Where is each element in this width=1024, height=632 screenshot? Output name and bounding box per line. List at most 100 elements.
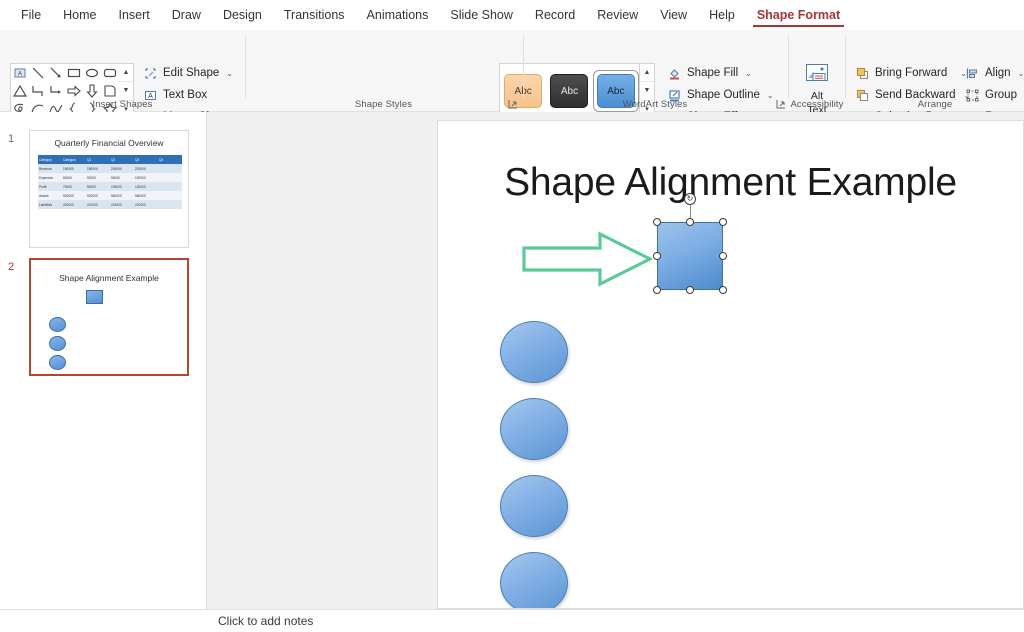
- gallery-scroll-up-icon[interactable]: ▲: [119, 64, 133, 83]
- circle-shape-2[interactable]: [500, 398, 568, 460]
- circle-shape-1[interactable]: [500, 321, 568, 383]
- slide-title-text[interactable]: Shape Alignment Example: [438, 161, 1023, 205]
- ribbon-tab-transitions[interactable]: Transitions: [273, 4, 356, 26]
- elbow-arrow-icon[interactable]: [47, 82, 65, 100]
- bring-forward-icon: [855, 66, 870, 81]
- thumb-table-cell: 550000: [110, 191, 134, 200]
- slide-number-2: 2: [8, 261, 15, 273]
- chevron-down-icon[interactable]: ⌄: [1018, 69, 1024, 78]
- ribbon-group-shape-styles: AbcAbcAbc ▲ ▼ ▾ Shape Fill ⌄: [246, 30, 774, 123]
- thumb-table-cell: Expenses: [38, 173, 62, 182]
- thumb-table-cell: 200000: [62, 200, 86, 209]
- ribbon-tab-help[interactable]: Help: [698, 4, 746, 26]
- thumb-circle-shape-3: [49, 355, 66, 370]
- down-arrow-icon[interactable]: [83, 82, 101, 100]
- thumb-table-cell: Profit: [38, 182, 62, 191]
- oval-icon[interactable]: [83, 64, 101, 82]
- pentagon-icon[interactable]: [101, 82, 119, 100]
- thumb-table-cell: Revenue: [38, 164, 62, 173]
- resize-handle-top-center[interactable]: [686, 218, 694, 226]
- rotation-handle[interactable]: ↻: [684, 193, 696, 205]
- resize-handle-top-right[interactable]: [719, 218, 727, 226]
- right-arrow-shape[interactable]: [522, 231, 654, 292]
- notes-corner: [0, 609, 207, 632]
- slide-canvas[interactable]: Shape Alignment Example ↻: [437, 120, 1024, 609]
- thumb-table-cell: 70000: [62, 182, 86, 191]
- edit-shape-button[interactable]: Edit Shape ⌄: [140, 63, 236, 83]
- bring-forward-label: Bring Forward: [875, 67, 948, 79]
- thumb-table-cell: 215000: [110, 200, 134, 209]
- ribbon-tab-review[interactable]: Review: [586, 4, 649, 26]
- thumb-table-header-cell: Q1: [86, 155, 110, 164]
- ribbon-tab-animations[interactable]: Animations: [356, 4, 440, 26]
- elbow-connector-icon[interactable]: [29, 82, 47, 100]
- thumb-table-header-cell: Category: [62, 155, 86, 164]
- align-button[interactable]: Align ⌄: [962, 63, 1024, 83]
- rounded-rectangle-icon[interactable]: [101, 64, 119, 82]
- textbox-icon[interactable]: A: [11, 64, 29, 82]
- slide-thumbnail-2[interactable]: 2 Shape Alignment Example: [0, 258, 207, 378]
- wordart-dialog-launcher[interactable]: [776, 99, 787, 110]
- align-label: Align: [985, 67, 1011, 79]
- thumb-table-1: Category Category Q1 Q2 Q3 Q4 Revenue 150000 180…: [38, 155, 182, 209]
- thumb-table-cell: [158, 164, 182, 173]
- ribbon-tab-view[interactable]: View: [649, 4, 698, 26]
- slide-thumbnail-panel[interactable]: 1 Quarterly Financial Overview Category C…: [0, 112, 207, 632]
- ribbon-tab-draw[interactable]: Draw: [161, 4, 212, 26]
- resize-handle-bottom-left[interactable]: [653, 286, 661, 294]
- thumb-table-cell: 580000: [134, 191, 158, 200]
- group-label-wordart-styles: WordArt Styles: [622, 99, 688, 110]
- ribbon-tab-bar: File Home Insert Draw Design Transitions Anima…: [0, 0, 1024, 30]
- resize-handle-middle-right[interactable]: [719, 252, 727, 260]
- thumb-table-header-cell: Category: [38, 155, 62, 164]
- group-label-insert-shapes: Insert Shapes: [92, 99, 153, 110]
- ribbon-tab-home[interactable]: Home: [52, 4, 107, 26]
- thumb-table-cell: [158, 200, 182, 209]
- square-shape[interactable]: [657, 222, 723, 290]
- ribbon-tab-slide-show[interactable]: Slide Show: [439, 4, 524, 26]
- ribbon-tab-file[interactable]: File: [10, 4, 52, 26]
- ribbon-tab-insert[interactable]: Insert: [108, 4, 161, 26]
- bring-forward-button[interactable]: Bring Forward ⌄: [852, 63, 970, 83]
- alt-text-button[interactable]: Alt Text: [797, 63, 837, 119]
- resize-handle-bottom-center[interactable]: [686, 286, 694, 294]
- thumb-table-header-cell: Q2: [110, 155, 134, 164]
- gallery-scroll-down-icon[interactable]: ▼: [119, 82, 133, 101]
- line-arrow-icon[interactable]: [47, 64, 65, 82]
- thumb-square-shape: [86, 290, 103, 304]
- ribbon-tab-shape-format[interactable]: Shape Format: [746, 4, 851, 27]
- triangle-icon[interactable]: [11, 82, 29, 100]
- line-icon[interactable]: [29, 64, 47, 82]
- thumb-table-cell: [158, 191, 182, 200]
- slide-thumbnail-canvas-2[interactable]: Shape Alignment Example: [29, 258, 189, 376]
- align-icon: [965, 66, 980, 81]
- insert-shapes-gallery-scroll[interactable]: ▲ ▼ ▾: [119, 63, 134, 119]
- thumb-table-cell: 100000: [134, 173, 158, 182]
- insert-shapes-gallery[interactable]: A: [10, 63, 120, 119]
- rectangle-icon[interactable]: [65, 64, 83, 82]
- thumb-table-cell: 90000: [86, 173, 110, 182]
- thumb-table-cell: 500000: [62, 191, 86, 200]
- resize-handle-middle-left[interactable]: [653, 252, 661, 260]
- thumb-table-cell: 150000: [62, 164, 86, 173]
- thumb-table-cell: 120000: [134, 182, 158, 191]
- thumb-table-cell: 95000: [110, 173, 134, 182]
- ribbon-group-accessibility: Alt Text Accessibility: [789, 30, 845, 116]
- shape-styles-dialog-launcher[interactable]: [508, 99, 519, 110]
- notes-pane[interactable]: Click to add notes: [207, 609, 1024, 632]
- slide-thumbnail-canvas-1[interactable]: Quarterly Financial Overview Category Cat…: [29, 130, 189, 248]
- resize-handle-top-left[interactable]: [653, 218, 661, 226]
- ribbon-tab-design[interactable]: Design: [212, 4, 273, 26]
- circle-shape-4[interactable]: [500, 552, 568, 608]
- chevron-down-icon[interactable]: ⌄: [226, 69, 233, 78]
- thumb-circle-shape-2: [49, 336, 66, 351]
- group-label-accessibility: Accessibility: [790, 99, 844, 110]
- resize-handle-bottom-right[interactable]: [719, 286, 727, 294]
- circle-shape-3[interactable]: [500, 475, 568, 537]
- right-arrow-icon[interactable]: [65, 82, 83, 100]
- thumb-table-cell: Assets: [38, 191, 62, 200]
- thumb-table-cell: 520000: [86, 191, 110, 200]
- ribbon-tab-record[interactable]: Record: [524, 4, 586, 26]
- slide-thumbnail-1[interactable]: 1 Quarterly Financial Overview Category C…: [0, 130, 207, 250]
- thumb-table-cell: 200000: [110, 164, 134, 173]
